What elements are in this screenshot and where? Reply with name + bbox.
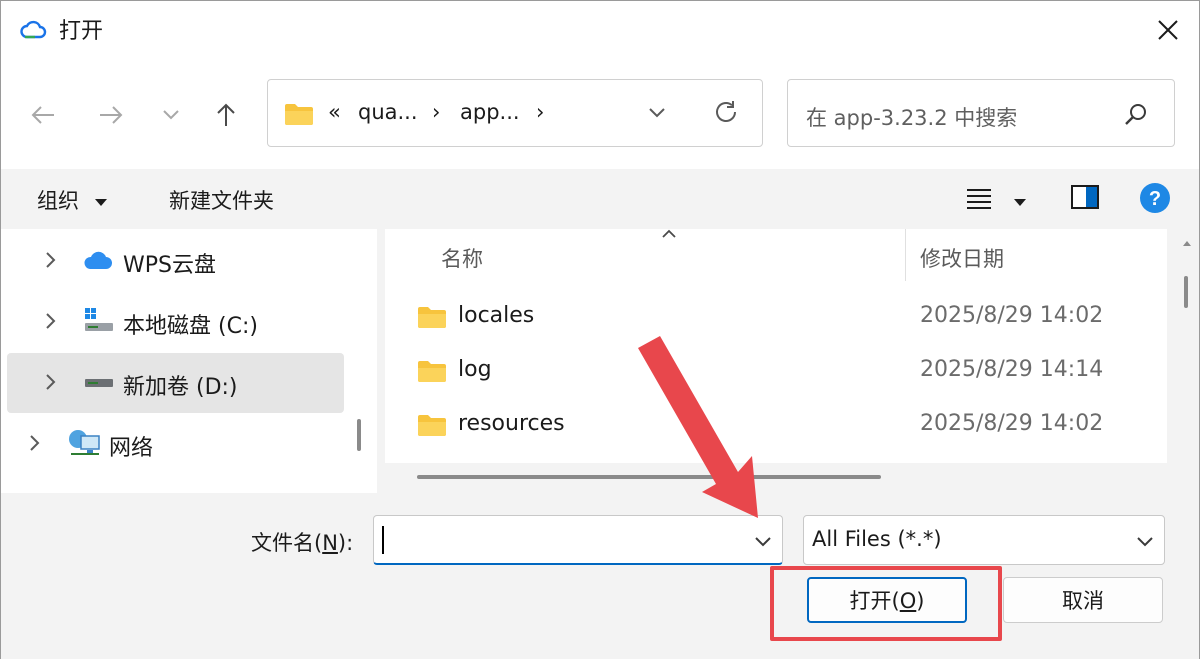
sort-ascending-icon <box>662 229 676 238</box>
file-modified-date: 2025/8/29 14:14 <box>920 357 1104 382</box>
tree-item-wps-cloud[interactable]: WPS云盘 <box>7 231 344 291</box>
column-header-name[interactable]: 名称 <box>441 243 483 273</box>
cloud-app-icon <box>20 20 47 39</box>
folder-icon <box>285 104 313 125</box>
recent-locations-button[interactable] <box>151 95 191 135</box>
file-row[interactable]: log 2025/8/29 14:14 <box>385 347 1167 397</box>
view-options-dropdown[interactable] <box>1013 193 1027 212</box>
address-dropdown-button[interactable] <box>648 104 666 123</box>
list-view-icon <box>967 189 991 209</box>
dialog-footer: 文件名(N): All Files (*.*) 打开(O) 取消 <box>1 493 1199 659</box>
chevron-right-icon <box>46 313 56 329</box>
filename-combobox[interactable] <box>373 515 783 565</box>
column-header-modified[interactable]: 修改日期 <box>920 243 1004 273</box>
new-folder-button[interactable]: 新建文件夹 <box>169 185 274 215</box>
breadcrumb-separator[interactable]: › <box>432 100 440 124</box>
chevron-down-icon <box>163 110 179 120</box>
search-input[interactable]: 在 app-3.23.2 中搜索 <box>806 102 1017 132</box>
title-bar: 打开 <box>1 1 1199 59</box>
tree-item-label: WPS云盘 <box>123 253 216 278</box>
arrow-left-icon <box>31 106 54 124</box>
preview-pane-button[interactable] <box>1071 185 1099 213</box>
arrow-up-icon <box>217 103 235 126</box>
organize-label: 组织 <box>37 189 79 213</box>
arrow-right-icon <box>100 106 123 124</box>
vertical-scrollbar-thumb[interactable] <box>1184 276 1188 308</box>
navigation-pane: WPS云盘 本地磁盘 (C:) 新加卷 (D:) 网络 <box>1 229 377 493</box>
chevron-right-icon <box>46 374 56 390</box>
forward-button[interactable] <box>91 95 131 135</box>
close-icon <box>1158 20 1178 40</box>
chevron-right-icon <box>30 435 40 451</box>
search-icon <box>1125 104 1146 125</box>
column-divider[interactable] <box>905 229 906 281</box>
cancel-button[interactable]: 取消 <box>1003 577 1163 623</box>
refresh-icon <box>716 101 736 122</box>
breadcrumb-separator[interactable]: › <box>536 100 544 124</box>
chevron-down-icon <box>1137 537 1153 547</box>
view-menu-button[interactable] <box>966 187 992 213</box>
tree-item-drive-d[interactable]: 新加卷 (D:) <box>7 353 344 413</box>
breadcrumb-overflow[interactable]: « <box>328 100 341 124</box>
navigation-pane-scrollbar[interactable] <box>357 419 361 451</box>
text-cursor <box>382 526 384 554</box>
file-modified-date: 2025/8/29 14:02 <box>920 303 1104 328</box>
file-row[interactable]: locales 2025/8/29 14:02 <box>385 293 1167 343</box>
drive-c-icon <box>85 308 113 331</box>
organize-menu[interactable]: 组织 <box>37 185 108 215</box>
preview-pane-icon <box>1071 185 1099 209</box>
help-icon: ? <box>1140 183 1170 213</box>
file-row[interactable]: resources 2025/8/29 14:02 <box>385 401 1167 451</box>
scroll-up-icon[interactable] <box>1182 239 1192 247</box>
chevron-right-icon <box>46 252 56 268</box>
annotation-highlight-box <box>770 566 1002 641</box>
file-list: 名称 修改日期 locales 2025/8/29 14:02 log 2025… <box>385 229 1167 493</box>
file-modified-date: 2025/8/29 14:02 <box>920 411 1104 436</box>
caret-down-icon <box>1014 199 1026 206</box>
network-icon <box>69 430 100 455</box>
refresh-button[interactable] <box>712 98 740 130</box>
caret-down-icon <box>94 199 107 206</box>
help-glyph: ? <box>1149 188 1161 210</box>
filename-label: 文件名(N): <box>251 531 354 555</box>
file-name: resources <box>458 411 565 436</box>
drive-d-icon <box>85 379 113 387</box>
command-bar: 组织 新建文件夹 ? <box>1 169 1199 229</box>
open-file-dialog: 打开 « qua... › app... › 在 app-3.23.2 中搜索 … <box>0 0 1200 659</box>
search-box[interactable]: 在 app-3.23.2 中搜索 <box>787 79 1175 147</box>
file-type-select[interactable]: All Files (*.*) <box>803 515 1165 565</box>
breadcrumb-item[interactable]: app... <box>460 100 520 124</box>
tree-item-drive-c[interactable]: 本地磁盘 (C:) <box>7 292 344 352</box>
horizontal-scrollbar-thumb[interactable] <box>417 475 881 479</box>
breadcrumb-item[interactable]: qua... <box>358 100 418 124</box>
vertical-scrollbar-track <box>1171 229 1199 493</box>
file-name: locales <box>458 303 535 328</box>
tree-item-label: 新加卷 (D:) <box>123 375 238 400</box>
up-button[interactable] <box>206 95 246 135</box>
window-title: 打开 <box>59 19 104 44</box>
chevron-down-icon <box>649 108 665 118</box>
tree-item-network[interactable]: 网络 <box>7 414 344 474</box>
close-button[interactable] <box>1137 1 1199 59</box>
folder-icon <box>418 415 446 436</box>
file-name: log <box>458 357 492 382</box>
back-button[interactable] <box>23 95 63 135</box>
tree-item-label: 网络 <box>109 436 154 461</box>
tree-item-label: 本地磁盘 (C:) <box>123 314 258 339</box>
file-type-value: All Files (*.*) <box>812 527 942 551</box>
folder-icon <box>418 307 446 328</box>
cloud-icon <box>84 251 112 269</box>
chevron-down-icon[interactable] <box>754 536 772 548</box>
navigation-bar: « qua... › app... › 在 app-3.23.2 中搜索 <box>1 59 1199 169</box>
help-button[interactable]: ? <box>1139 182 1171 218</box>
folder-icon <box>418 361 446 382</box>
address-bar[interactable]: « qua... › app... › <box>267 79 763 147</box>
